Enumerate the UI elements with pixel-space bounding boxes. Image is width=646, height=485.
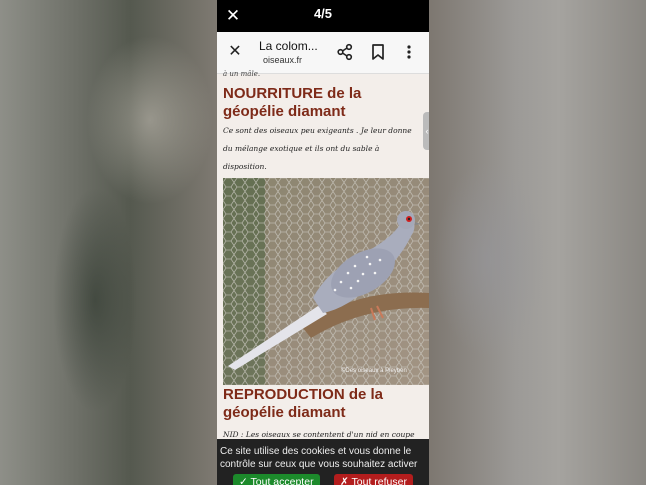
text-line: Ce sont des oiseaux peu exigeants . Je l…: [223, 126, 412, 135]
browser-toolbar: ✕ La colom... oiseaux.fr: [217, 32, 429, 74]
heading-line: géopélie diamant: [223, 103, 346, 120]
text-line: disposition.: [223, 162, 267, 171]
accept-all-button[interactable]: ✓ Tout accepter: [233, 474, 320, 485]
phone-screen: ✕ 4/5 ✕ La colom... oiseaux.fr à un mâle…: [217, 0, 429, 485]
dove-photo: ©Des oiseaux à Pleyben: [223, 178, 429, 385]
food-paragraph: Ce sont des oiseaux peu exigeants . Je l…: [223, 122, 419, 176]
previous-paragraph-tail: à un mâle.: [223, 70, 261, 78]
side-panel-handle[interactable]: ‹: [423, 112, 429, 150]
page-domain: oiseaux.fr: [263, 55, 303, 65]
cookie-line: contrôle sur ceux que vous souhaitez act…: [220, 459, 418, 470]
section-heading-reproduction: REPRODUCTION de la géopélie diamant: [223, 386, 383, 422]
blurred-background-right: [429, 0, 646, 485]
article-content[interactable]: à un mâle. NOURRITURE de la géopélie dia…: [217, 70, 429, 485]
cookie-banner: Ce site utilise des cookies et vous donn…: [217, 439, 429, 485]
text-line: du mélange exotique et ils ont du sable …: [223, 144, 380, 153]
image-viewer-bar: ✕ 4/5: [217, 0, 429, 32]
cookie-line: Ce site utilise des cookies et vous donn…: [220, 446, 412, 457]
heading-line: géopélie diamant: [223, 404, 346, 421]
cookie-message: Ce site utilise des cookies et vous donn…: [220, 445, 428, 471]
blurred-background-left: [0, 0, 217, 485]
refuse-all-button[interactable]: ✗ Tout refuser: [334, 474, 413, 485]
heading-line: NOURRITURE de la: [223, 85, 362, 102]
page-title: La colom...: [259, 39, 318, 53]
browser-close-icon[interactable]: ✕: [225, 42, 245, 62]
share-icon[interactable]: [336, 43, 354, 61]
bookmark-icon[interactable]: [369, 43, 387, 61]
image-counter: 4/5: [313, 6, 333, 21]
section-heading-food: NOURRITURE de la géopélie diamant: [223, 85, 361, 121]
photo-credit: ©Des oiseaux à Pleyben: [341, 367, 407, 374]
heading-line: REPRODUCTION de la: [223, 386, 384, 403]
more-vert-icon[interactable]: [402, 43, 416, 61]
